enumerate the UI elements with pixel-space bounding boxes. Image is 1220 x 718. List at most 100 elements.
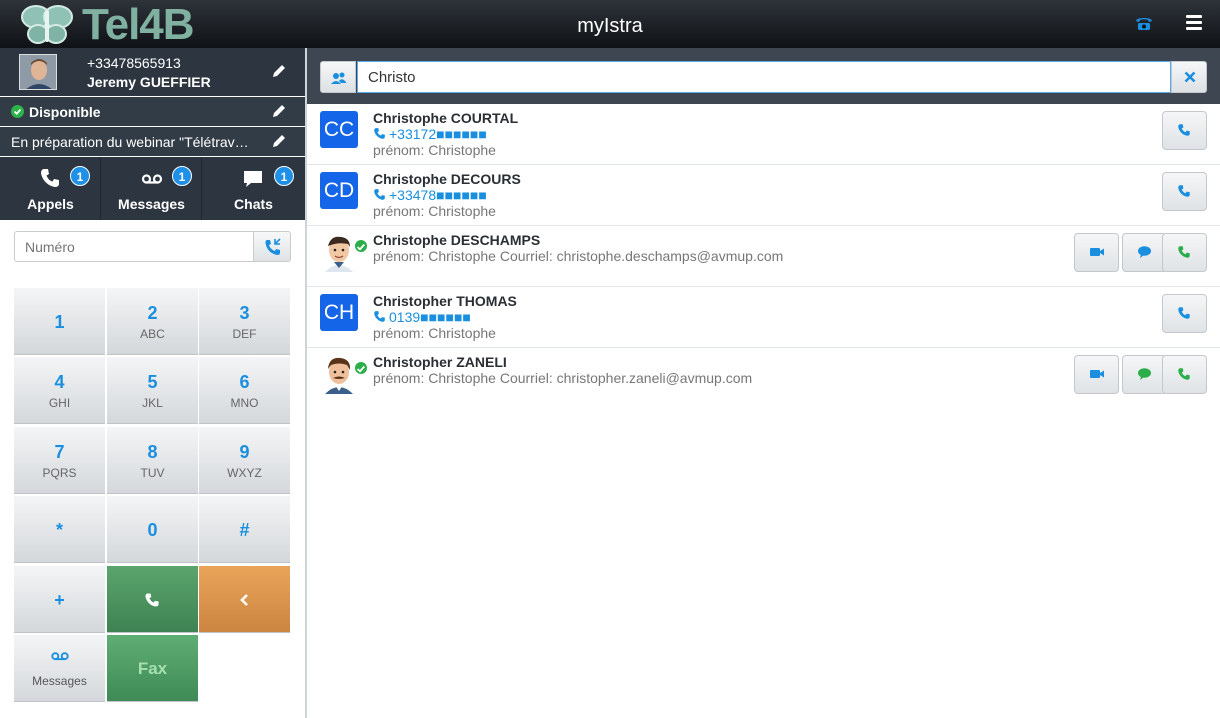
key-2[interactable]: 2 ABC: [107, 288, 198, 355]
tab-label: Messages: [118, 196, 185, 212]
key-letters: MNO: [230, 396, 259, 410]
contact-name: Christophe COURTAL: [373, 110, 519, 126]
contact-row[interactable]: Christopher ZANELI prénom: Christophe Co…: [307, 348, 1220, 409]
contact-row[interactable]: CD Christophe DECOURS +33478■■■■■■ préno…: [307, 165, 1220, 226]
phone-icon: [41, 169, 59, 187]
contact-avatar: [319, 354, 359, 394]
presence-status[interactable]: Disponible: [0, 97, 305, 126]
key-5[interactable]: 5 JKL: [107, 357, 198, 424]
key-letters: DEF: [232, 327, 257, 341]
tab-messages[interactable]: 1 Messages: [101, 157, 202, 220]
key-7[interactable]: 7 PQRS: [14, 427, 105, 494]
phone-number-input[interactable]: [14, 231, 254, 262]
user-name: Jeremy GUEFFIER: [87, 74, 211, 90]
contact-phone[interactable]: +33478■■■■■■: [373, 187, 487, 203]
phone-icon: [1178, 185, 1190, 197]
contact-row[interactable]: CH Christopher THOMAS 0139■■■■■■ prénom:…: [307, 287, 1220, 348]
search-input[interactable]: [357, 61, 1171, 93]
contact-phone[interactable]: +33172■■■■■■: [373, 126, 487, 142]
phone-transfer-icon: [265, 238, 281, 255]
voicemail-icon: [141, 174, 163, 184]
clear-search-button[interactable]: [1171, 61, 1207, 93]
call-contact-button[interactable]: [1162, 111, 1207, 150]
call-contact-button[interactable]: [1162, 233, 1207, 272]
contact-details: prénom: Christophe: [373, 142, 496, 158]
edit-note-pencil-icon[interactable]: [271, 133, 287, 149]
key-star[interactable]: *: [14, 496, 105, 563]
key-4[interactable]: 4 GHI: [14, 357, 105, 424]
phone-icon: [374, 189, 385, 200]
fax-label: Fax: [137, 659, 168, 678]
contact-search-button[interactable]: [320, 61, 356, 93]
video-camera-icon: [1090, 248, 1104, 256]
online-check-icon: [353, 238, 369, 254]
chat-contact-button[interactable]: [1122, 233, 1167, 272]
key-6[interactable]: 6 MNO: [199, 357, 290, 424]
contact-phone-number: 0139■■■■■■: [389, 309, 471, 325]
video-call-button[interactable]: [1074, 233, 1119, 272]
key-digit: 0: [147, 520, 158, 540]
backspace-button[interactable]: [199, 566, 290, 633]
key-digit: #: [239, 520, 250, 540]
call-button[interactable]: [107, 566, 198, 633]
key-plus[interactable]: +: [14, 566, 105, 633]
tab-appels[interactable]: 1 Appels: [0, 157, 101, 220]
contact-details: prénom: Christophe: [373, 325, 496, 341]
tab-badge: 1: [274, 166, 294, 186]
key-0[interactable]: 0: [107, 496, 198, 563]
status-note[interactable]: En préparation du webinar "Télétrav…: [0, 127, 305, 156]
phone-icon: [374, 311, 385, 322]
key-1[interactable]: 1: [14, 288, 105, 355]
contact-initials: CD: [320, 172, 358, 209]
phone-icon: [145, 593, 159, 607]
contact-phone[interactable]: 0139■■■■■■: [373, 309, 471, 325]
video-call-button[interactable]: [1074, 355, 1119, 394]
user-card: +33478565913 Jeremy GUEFFIER: [0, 48, 305, 96]
hamburger-menu-icon[interactable]: [1186, 15, 1202, 31]
key-letters: ABC: [140, 327, 165, 341]
key-digit: 6: [239, 372, 250, 392]
status-note-text: En préparation du webinar "Télétrav…: [11, 134, 249, 150]
edit-status-pencil-icon[interactable]: [271, 103, 287, 119]
key-3[interactable]: 3 DEF: [199, 288, 290, 355]
key-digit: 9: [239, 442, 250, 462]
call-contact-button[interactable]: [1162, 355, 1207, 394]
contact-name: Christopher THOMAS: [373, 293, 517, 309]
available-check-icon: [11, 105, 24, 118]
key-9[interactable]: 9 WXYZ: [199, 427, 290, 494]
chat-icon: [244, 171, 262, 187]
fax-button[interactable]: Fax: [107, 635, 198, 702]
contact-phone-number: +33172■■■■■■: [389, 126, 487, 142]
app-title: myIstra: [577, 15, 643, 37]
key-digit: 4: [54, 372, 65, 392]
chat-contact-button[interactable]: [1122, 355, 1167, 394]
call-contact-button[interactable]: [1162, 294, 1207, 333]
key-letters: GHI: [48, 396, 71, 410]
edit-pencil-icon[interactable]: [271, 63, 287, 79]
key-letters: JKL: [142, 396, 163, 410]
key-hash[interactable]: #: [199, 496, 290, 563]
avatar: [19, 54, 57, 90]
tab-badge: 1: [70, 166, 90, 186]
call-contact-button[interactable]: [1162, 172, 1207, 211]
chat-bubble-icon: [1138, 246, 1151, 258]
voicemail-button[interactable]: Messages: [14, 635, 105, 702]
contact-avatar: [319, 232, 359, 272]
contact-row[interactable]: CC Christophe COURTAL +33172■■■■■■ préno…: [307, 104, 1220, 165]
key-8[interactable]: 8 TUV: [107, 427, 198, 494]
contact-name: Christophe DECOURS: [373, 171, 521, 187]
key-digit: 5: [147, 372, 158, 392]
contact-name: Christophe DESCHAMPS: [373, 232, 541, 248]
key-digit: +: [54, 590, 65, 610]
phone-icon: [374, 128, 385, 139]
contact-details: prénom: Christophe: [373, 203, 496, 219]
chevron-left-icon: [240, 594, 248, 606]
contacts-icon: [331, 72, 346, 84]
contact-row[interactable]: Christophe DESCHAMPS prénom: Christophe …: [307, 226, 1220, 287]
dial-contacts-button[interactable]: [254, 231, 291, 262]
tab-chats[interactable]: 1 Chats: [203, 157, 305, 220]
tab-bar: 1 Appels 1 Messages 1 Chats: [0, 157, 305, 220]
desk-phone-icon[interactable]: [1134, 13, 1154, 33]
contact-initials: CH: [320, 294, 358, 331]
key-digit: 1: [54, 312, 65, 332]
